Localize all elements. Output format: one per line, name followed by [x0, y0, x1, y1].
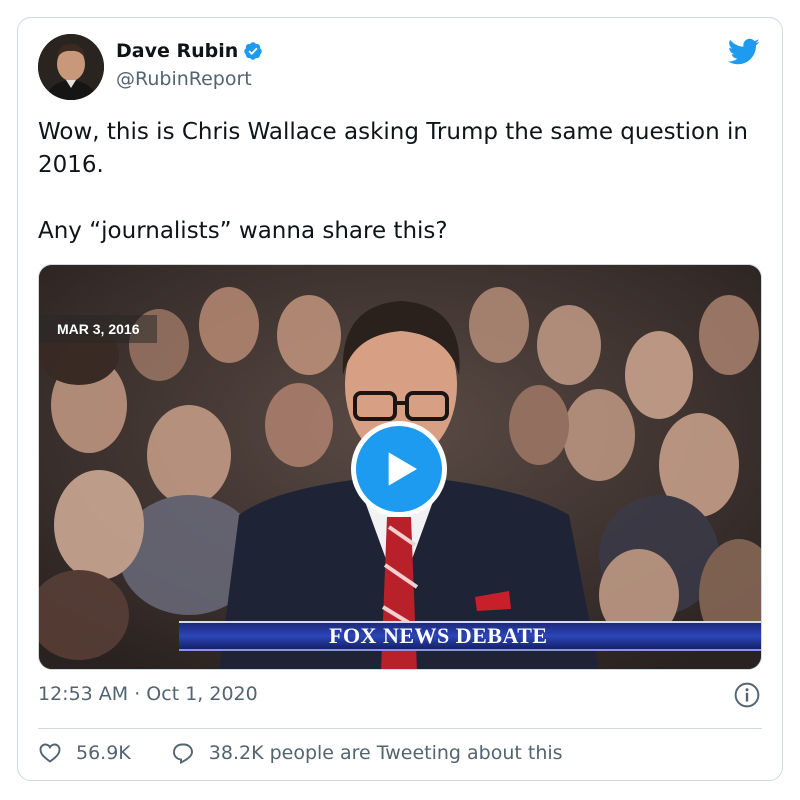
twitter-bird-icon[interactable] [728, 38, 760, 66]
tweet-actions: 56.9K 38.2K people are Tweeting about th… [38, 738, 563, 768]
tweet-card: Dave Rubin @RubinReport Wow, this is Chr… [17, 17, 783, 781]
avatar-photo [38, 34, 104, 100]
verified-badge-icon [244, 42, 263, 60]
avatar[interactable] [38, 34, 104, 100]
video-player[interactable]: MAR 3, 2016 FOX NEWS DEBATE [38, 264, 762, 670]
video-date-overlay: MAR 3, 2016 [39, 315, 158, 343]
heart-icon [39, 743, 61, 763]
author-handle[interactable]: @RubinReport [116, 68, 252, 90]
like-button[interactable]: 56.9K [38, 741, 131, 765]
like-count: 56.9K [76, 742, 131, 764]
author-name-row: Dave Rubin [116, 40, 263, 62]
debate-banner-text: FOX NEWS DEBATE [329, 623, 548, 648]
conversation-button[interactable]: 38.2K people are Tweeting about this [171, 741, 563, 765]
tweet-timestamp[interactable]: 12:53 AM · Oct 1, 2020 [38, 683, 258, 705]
conversation-text: 38.2K people are Tweeting about this [208, 742, 563, 764]
author-display-name[interactable]: Dave Rubin [116, 40, 238, 62]
divider [38, 728, 762, 729]
tweet-text: Wow, this is Chris Wallace asking Trump … [38, 119, 748, 244]
info-icon[interactable] [734, 682, 760, 708]
play-button[interactable] [351, 421, 447, 517]
speech-bubble-icon [172, 743, 193, 765]
play-icon [388, 452, 417, 486]
